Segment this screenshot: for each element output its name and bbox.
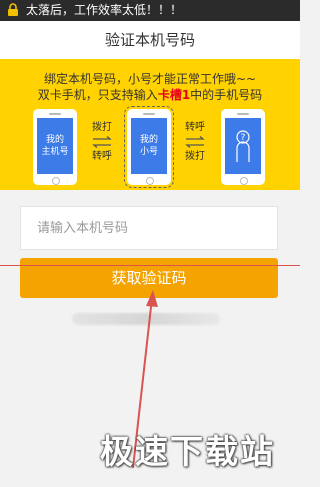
phone-caller: ? [221, 109, 265, 185]
transfer-arrows-1: 拨打 转呼 [89, 121, 115, 163]
tip-line-2: 双卡手机，只支持输入卡槽1中的手机号码 [0, 87, 300, 103]
blurred-hint-text [72, 313, 220, 325]
annotation-line [0, 265, 300, 266]
home-button-icon [240, 177, 248, 185]
speaker-icon [143, 113, 155, 115]
phone-secondary-label: 我的 小号 [139, 135, 158, 157]
home-button-icon [52, 177, 60, 185]
home-button-icon [146, 177, 154, 185]
tip-line-2-highlight: 卡槽1 [157, 88, 191, 102]
tip-line-1: 绑定本机号码，小号才能正常工作哦~~ [43, 72, 257, 86]
speaker-icon [49, 113, 61, 115]
dual-sim-tip-banner: 绑定本机号码，小号才能正常工作哦~~ 双卡手机，只支持输入卡槽1中的手机号码 我… [0, 59, 300, 190]
transfer-arrows-2: 转呼 拨打 [182, 121, 208, 163]
phone-number-input[interactable] [21, 207, 277, 249]
tip-line-2-suffix: 中的手机号码 [190, 88, 263, 102]
swap-arrows-icon [92, 136, 112, 148]
tip-line-2-prefix: 双卡手机，只支持输入 [37, 88, 158, 102]
phone-secondary-number: 我的 小号 [124, 106, 174, 188]
status-bar: 太落后，工作效率太低！！！ [0, 0, 300, 21]
phone-number-field[interactable] [20, 206, 278, 250]
lock-icon [8, 3, 18, 16]
transfer-1-bottom-label: 转呼 [92, 151, 112, 162]
watermark-text: 极速下载站 [100, 432, 275, 471]
phone-main-label: 我的 主机号 [41, 135, 69, 157]
phone-secondary-screen: 我的 小号 [131, 118, 167, 174]
get-verification-code-button[interactable]: 获取验证码 [20, 258, 278, 298]
status-message: 太落后，工作效率太低！！！ [26, 3, 183, 17]
phone-main-number: 我的 主机号 [33, 109, 77, 185]
transfer-1-top-label: 拨打 [92, 122, 112, 133]
phone-main-screen: 我的 主机号 [37, 118, 73, 174]
phone-caller-screen: ? [225, 118, 261, 174]
transfer-2-top-label: 转呼 [185, 122, 205, 133]
transfer-2-bottom-label: 拨打 [185, 151, 205, 162]
speaker-icon [237, 113, 249, 115]
swap-arrows-icon [185, 136, 205, 148]
page-title: 验证本机号码 [0, 21, 300, 59]
unknown-person-icon: ? [236, 130, 250, 162]
